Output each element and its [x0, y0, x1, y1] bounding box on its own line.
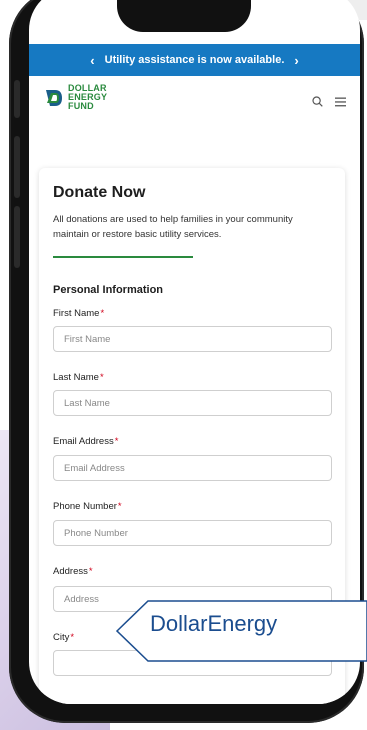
site-logo[interactable]: DOLLAR ENERGY FUND: [43, 84, 107, 111]
first-name-label: First Name*: [53, 308, 104, 319]
title-divider: [53, 256, 193, 258]
form-title: Donate Now: [53, 184, 146, 201]
field-label-text: Last Name: [53, 372, 99, 383]
callout-label: DollarEnergy: [116, 600, 367, 662]
last-name-label: Last Name*: [53, 372, 104, 383]
required-mark: *: [88, 566, 93, 577]
header-actions: [312, 96, 346, 107]
phone-screen: ‹ Utility assistance is now available. ›…: [29, 0, 360, 704]
required-mark: *: [117, 501, 122, 512]
phone-label: Phone Number*: [53, 501, 122, 512]
form-description: All donations are used to help families …: [53, 214, 293, 240]
logo-line: FUND: [68, 101, 94, 111]
callout-text: DollarEnergy: [150, 611, 278, 636]
field-label-text: Phone Number: [53, 501, 117, 512]
section-title: Personal Information: [53, 284, 164, 296]
logo-mark-icon: [46, 89, 62, 106]
required-mark: *: [100, 308, 105, 319]
email-label: Email Address*: [53, 436, 118, 447]
announcement-banner[interactable]: ‹ Utility assistance is now available. ›: [29, 44, 360, 76]
search-icon[interactable]: [312, 96, 323, 107]
last-name-input[interactable]: [53, 390, 332, 416]
field-label-text: First Name: [53, 308, 100, 319]
required-mark: *: [70, 632, 75, 643]
banner-text[interactable]: Utility assistance is now available.: [105, 54, 285, 66]
logo-text: DOLLAR ENERGY FUND: [68, 84, 107, 111]
field-label-text: City: [53, 632, 70, 643]
email-input[interactable]: [53, 455, 332, 481]
phone-input[interactable]: [53, 520, 332, 546]
phone-side-button: [14, 136, 20, 198]
phone-side-button: [14, 80, 20, 118]
phone-notch: [117, 0, 251, 32]
chevron-right-icon[interactable]: ›: [294, 53, 298, 68]
address-label: Address*: [53, 566, 93, 577]
required-mark: *: [114, 436, 119, 447]
field-label-text: Email Address: [53, 436, 114, 447]
field-label-text: Address: [53, 566, 88, 577]
required-mark: *: [99, 372, 104, 383]
first-name-input[interactable]: [53, 326, 332, 352]
phone-side-button: [14, 206, 20, 268]
menu-icon[interactable]: [335, 97, 346, 107]
chevron-left-icon[interactable]: ‹: [90, 53, 94, 68]
city-label: City*: [53, 632, 74, 643]
